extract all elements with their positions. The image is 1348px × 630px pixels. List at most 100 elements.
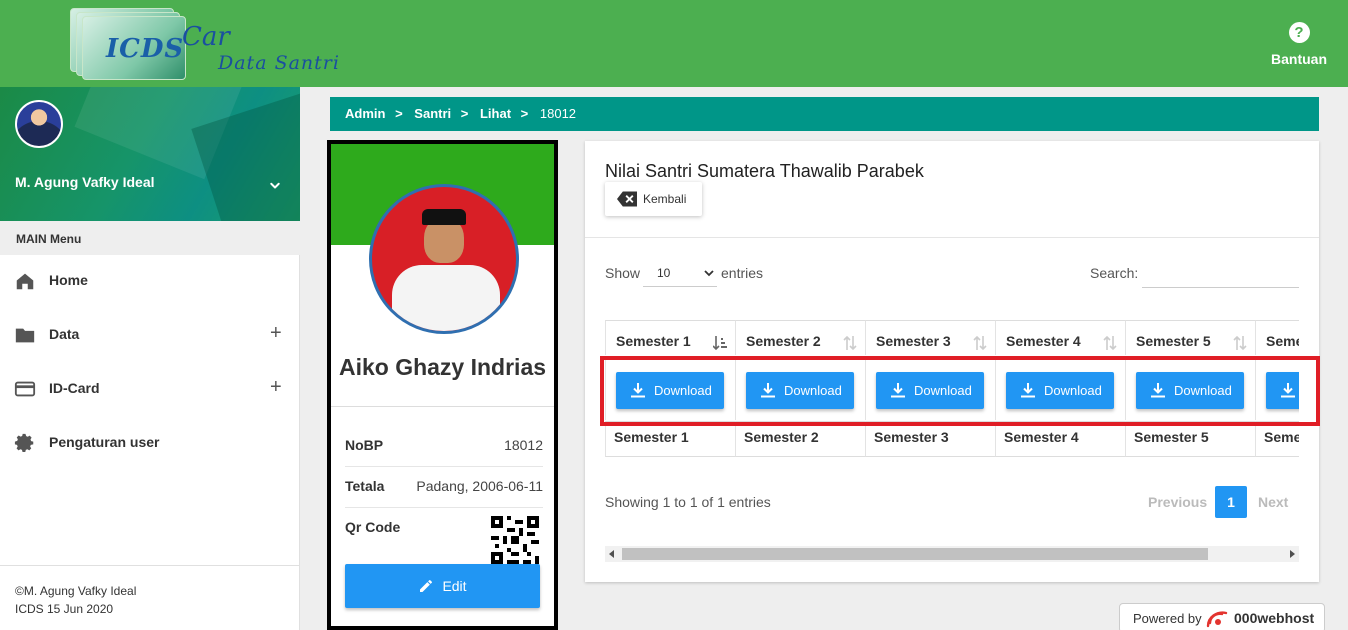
copyright-text: ©M. Agung Vafky Ideal <box>15 584 137 598</box>
breadcrumb-santri[interactable]: Santri <box>414 106 451 121</box>
sort-icon <box>973 335 987 351</box>
pagination-next[interactable]: Next <box>1258 494 1288 510</box>
column-header-semester-6[interactable]: Semester 6 <box>1255 320 1299 355</box>
table-cell: Download <box>865 356 995 420</box>
column-footer: Semester 3 <box>865 421 995 457</box>
search-input[interactable] <box>1142 259 1299 288</box>
chevron-down-icon[interactable] <box>266 177 284 195</box>
table-cell: Download <box>1125 356 1255 420</box>
download-icon <box>891 383 905 398</box>
column-header-semester-3[interactable]: Semester 3 <box>865 320 995 355</box>
sidebar-item-label: Pengaturan user <box>49 434 160 450</box>
top-bar: ICDS Car Data Santri ? Bantuan <box>0 0 1348 87</box>
avatar <box>15 100 63 148</box>
sort-icon <box>1233 335 1247 351</box>
column-header-semester-1[interactable]: Semester 1 <box>605 320 735 355</box>
photo-shirt <box>392 265 500 331</box>
table-cell: Download <box>995 356 1125 420</box>
chevron-down-icon <box>704 270 714 277</box>
breadcrumb-admin[interactable]: Admin <box>345 106 385 121</box>
download-label: Download <box>784 383 842 398</box>
scrollbar-thumb[interactable] <box>622 548 1208 560</box>
gear-icon <box>14 432 36 454</box>
scroll-right-arrow[interactable] <box>1290 550 1295 558</box>
breadcrumb-current: 18012 <box>539 106 577 121</box>
app-logo[interactable]: ICDS Car Data Santri <box>68 8 348 80</box>
download-label: Download <box>1174 383 1232 398</box>
help-label: Bantuan <box>1271 51 1327 67</box>
credit-card-icon <box>14 378 36 400</box>
column-footer: Semester 2 <box>735 421 865 457</box>
back-button[interactable]: Kembali <box>605 182 702 216</box>
pencil-icon <box>420 579 433 592</box>
grades-table: Semester 1 Semester 2 Semester 3 Semeste… <box>605 320 1299 457</box>
logo-script-data-santri: Data Santri <box>218 52 340 74</box>
download-button[interactable]: Download <box>876 372 984 409</box>
home-icon <box>14 270 36 292</box>
column-footer: Semester 5 <box>1125 421 1255 457</box>
horizontal-scrollbar[interactable] <box>605 546 1299 562</box>
download-icon <box>1021 383 1035 398</box>
show-label: Show <box>605 265 641 281</box>
download-button[interactable]: Download <box>746 372 854 409</box>
sidebar-item-home[interactable]: Home <box>0 254 300 308</box>
download-button[interactable]: Download <box>1006 372 1114 409</box>
download-icon <box>761 383 775 398</box>
student-photo <box>369 184 519 334</box>
download-icon <box>631 383 645 398</box>
sort-icon <box>1103 335 1117 351</box>
page-length-value: 10 <box>657 266 671 280</box>
tetala-value: Padang, 2006-06-11 <box>416 478 543 494</box>
column-header-semester-5[interactable]: Semester 5 <box>1125 320 1255 355</box>
nobp-label: NoBP <box>345 437 384 453</box>
user-panel: M. Agung Vafky Ideal <box>0 87 300 221</box>
student-name: Aiko Ghazy Indrias <box>338 354 547 380</box>
sidebar-item-data[interactable]: Data + <box>0 308 300 362</box>
column-header-label: Semester 1 <box>616 333 691 349</box>
sidebar-item-label: Data <box>49 326 80 342</box>
card-title: Nilai Santri Sumatera Thawalib Parabek <box>605 161 924 181</box>
user-name: M. Agung Vafky Ideal <box>15 174 155 190</box>
sort-asc-icon <box>713 336 727 351</box>
breadcrumb-separator: > <box>395 106 403 121</box>
plus-icon[interactable]: + <box>270 376 282 399</box>
sidebar-item-id-card[interactable]: ID-Card + <box>0 362 300 416</box>
pagination-page-1[interactable]: 1 <box>1215 486 1247 518</box>
grades-card: Nilai Santri Sumatera Thawalib Parabek K… <box>585 141 1319 582</box>
column-header-semester-4[interactable]: Semester 4 <box>995 320 1125 355</box>
column-header-label: Semester 6 <box>1266 333 1299 349</box>
column-header-label: Semester 2 <box>746 333 821 349</box>
powered-by-badge[interactable]: Powered by 000webhost <box>1119 603 1325 630</box>
sidebar-item-label: Home <box>49 272 88 288</box>
logo-script-card: Car <box>182 22 230 52</box>
table-info: Showing 1 to 1 of 1 entries <box>605 494 771 510</box>
column-footer: Semester 4 <box>995 421 1125 457</box>
column-footer: Semester 1 <box>605 421 735 457</box>
download-label: Download <box>654 383 712 398</box>
version-date: ICDS 15 Jun 2020 <box>15 602 114 616</box>
help-button[interactable]: ? Bantuan <box>1271 22 1327 67</box>
qr-label: Qr Code <box>345 519 401 535</box>
column-header-label: Semester 4 <box>1006 333 1081 349</box>
student-profile-card: Aiko Ghazy Indrias NoBP 18012 Tetala Pad… <box>327 140 558 630</box>
divider <box>345 507 543 508</box>
column-header-semester-2[interactable]: Semester 2 <box>735 320 865 355</box>
divider <box>345 466 543 467</box>
sidebar: M. Agung Vafky Ideal MAIN Menu Home Data… <box>0 87 300 630</box>
download-button[interactable]: Download <box>1136 372 1244 409</box>
search-label: Search: <box>1090 265 1139 281</box>
sidebar-item-pengaturan-user[interactable]: Pengaturan user <box>0 416 300 470</box>
scroll-left-arrow[interactable] <box>609 550 614 558</box>
edit-button[interactable]: Edit <box>345 564 540 608</box>
breadcrumb: Admin > Santri > Lihat > 18012 <box>330 97 1319 131</box>
logo-text: ICDS <box>106 34 185 64</box>
webhost-logo-icon <box>1206 611 1228 628</box>
breadcrumb-separator: > <box>520 106 529 121</box>
breadcrumb-lihat[interactable]: Lihat <box>480 106 511 121</box>
download-button[interactable]: Download <box>616 372 724 409</box>
plus-icon[interactable]: + <box>270 322 282 345</box>
page-length-select[interactable]: 10 <box>643 259 717 287</box>
download-button[interactable]: Download <box>1266 372 1299 409</box>
pagination-previous[interactable]: Previous <box>1148 494 1207 510</box>
breadcrumb-separator: > <box>460 106 469 121</box>
